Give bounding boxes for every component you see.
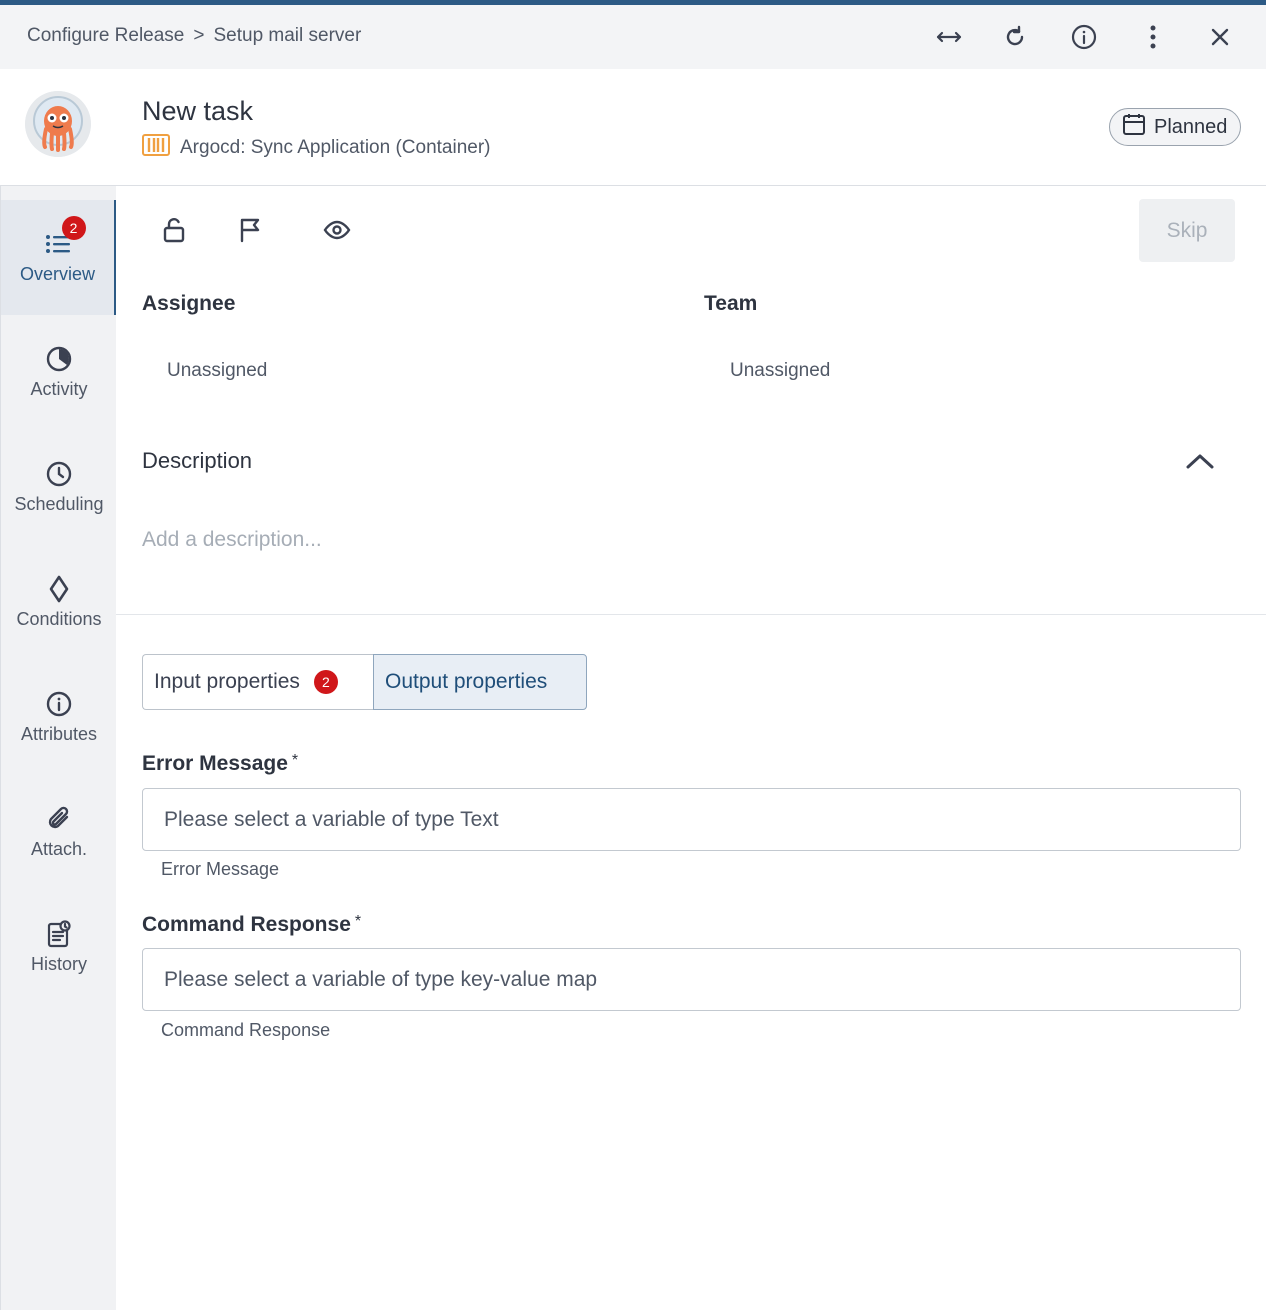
breadcrumb-current: Setup mail server — [213, 25, 362, 46]
tab-output-properties[interactable]: Output properties — [373, 654, 587, 710]
command-response-label: Command Response * — [142, 913, 361, 937]
flag-icon[interactable] — [234, 214, 266, 246]
refresh-icon[interactable] — [997, 19, 1033, 55]
status-label: Planned — [1154, 115, 1228, 138]
task-type: Argocd: Sync Application (Container) — [142, 134, 491, 162]
task-title[interactable]: New task — [142, 96, 253, 127]
sidebar-item-label: History — [30, 954, 87, 974]
team-value[interactable]: Unassigned — [730, 360, 830, 382]
task-type-label: Argocd: Sync Application (Container) — [180, 137, 491, 158]
error-message-label: Error Message * — [142, 752, 298, 776]
divider — [116, 614, 1266, 615]
required-mark: * — [354, 913, 362, 930]
tab-label: Output properties — [385, 670, 548, 693]
title-bar: Configure Release > Setup mail server — [0, 5, 1266, 69]
paperclip-icon — [45, 805, 73, 833]
breadcrumb-separator: > — [193, 25, 205, 46]
field-label-text: Error Message — [142, 752, 288, 775]
command-response-field[interactable] — [142, 948, 1241, 1011]
skip-button[interactable]: Skip — [1139, 199, 1235, 262]
task-header: New task Argocd: Sync Application (Conta… — [0, 69, 1266, 186]
field-label-text: Command Response — [142, 913, 351, 936]
assignee-value[interactable]: Unassigned — [167, 360, 267, 382]
description-title: Description — [142, 448, 253, 473]
expand-horizontal-icon[interactable] — [931, 19, 967, 55]
main-content: Skip Assignee Unassigned Team Unassigned… — [116, 186, 1266, 1310]
sidebar: 2 Overview Activity Scheduling Condition… — [0, 186, 117, 1310]
chevron-up-icon[interactable] — [1184, 448, 1216, 474]
overview-badge: 2 — [61, 216, 86, 240]
sidebar-item-attachments[interactable]: Attach. — [1, 775, 117, 890]
sidebar-item-label: Scheduling — [14, 494, 104, 514]
team-label: Team — [704, 292, 758, 315]
sidebar-item-overview[interactable]: 2 Overview — [1, 200, 117, 315]
lock-icon[interactable] — [158, 214, 190, 246]
description-input[interactable]: Add a description... — [142, 528, 322, 552]
sidebar-item-conditions[interactable]: Conditions — [1, 545, 117, 660]
assignee-label: Assignee — [142, 292, 236, 315]
container-icon — [142, 134, 170, 162]
tab-input-properties[interactable]: Input properties 2 — [142, 654, 373, 710]
input-properties-badge: 2 — [313, 670, 338, 694]
breadcrumb: Configure Release > Setup mail server — [27, 25, 361, 47]
sidebar-item-attributes[interactable]: Attributes — [1, 660, 117, 775]
eye-icon[interactable] — [321, 214, 353, 246]
breadcrumb-parent[interactable]: Configure Release — [27, 25, 184, 47]
error-message-field[interactable] — [142, 788, 1241, 851]
sidebar-item-label: Activity — [30, 379, 88, 399]
sidebar-item-label: Attributes — [20, 724, 98, 744]
required-mark: * — [291, 752, 299, 769]
error-message-help: Error Message — [161, 859, 280, 879]
sidebar-item-history[interactable]: History — [1, 890, 117, 1005]
status-button[interactable]: Planned — [1109, 108, 1241, 146]
sidebar-item-scheduling[interactable]: Scheduling — [1, 430, 117, 545]
clock-icon — [45, 460, 73, 488]
info-icon — [45, 690, 73, 718]
diamond-icon — [45, 575, 73, 603]
close-icon[interactable] — [1202, 19, 1238, 55]
info-icon[interactable] — [1066, 19, 1102, 55]
command-response-help: Command Response — [161, 1020, 331, 1040]
sidebar-item-label: Attach. — [30, 839, 88, 859]
more-vertical-icon[interactable] — [1135, 19, 1171, 55]
sidebar-item-activity[interactable]: Activity — [1, 315, 117, 430]
list-icon: 2 — [44, 216, 86, 258]
history-icon — [45, 920, 73, 948]
sidebar-item-label: Overview — [19, 264, 95, 284]
tab-label: Input properties — [154, 670, 300, 693]
task-avatar — [25, 91, 91, 157]
sidebar-item-label: Conditions — [16, 609, 102, 629]
activity-icon — [45, 345, 73, 373]
calendar-icon — [1122, 112, 1146, 142]
